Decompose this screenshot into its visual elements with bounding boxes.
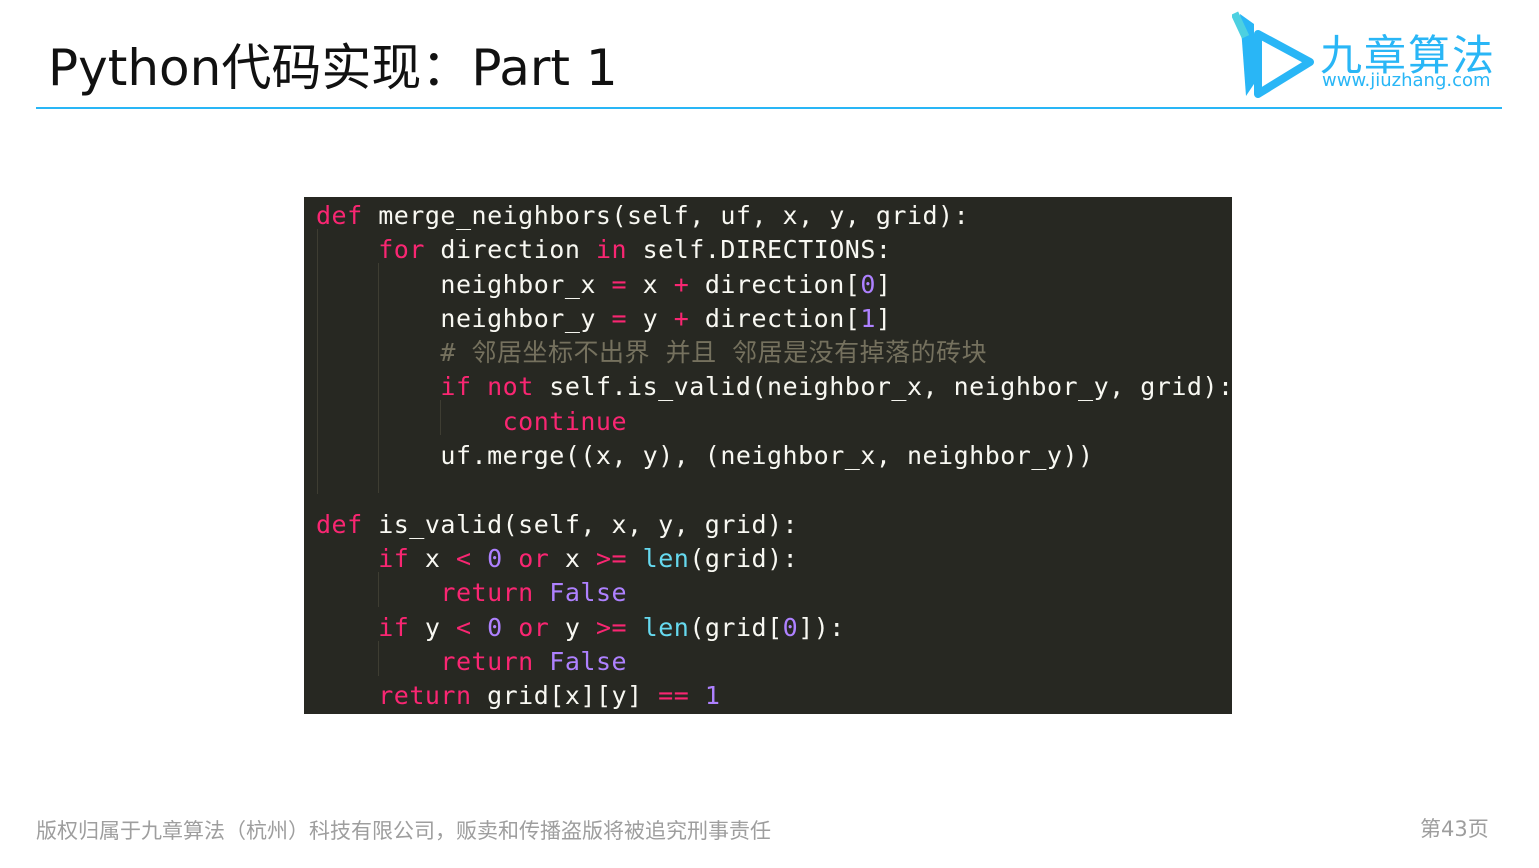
code-token: direction[ <box>689 303 861 333</box>
code-token: x <box>409 543 456 573</box>
title-divider <box>36 107 1502 109</box>
code-token: or <box>518 543 550 573</box>
code-token: def <box>316 201 363 230</box>
slide-title: Python代码实现：Part 1 <box>48 39 618 97</box>
code-line: if not self.is_valid(neighbor_x, neighbo… <box>316 370 1232 404</box>
code-token: 1 <box>860 303 876 333</box>
code-token: if <box>378 612 410 642</box>
code-token: ] <box>875 269 892 299</box>
code-line: return False <box>316 645 1232 679</box>
code-token: + <box>673 303 690 333</box>
code-token: neighbor_y <box>316 303 612 333</box>
code-token: < <box>455 612 472 642</box>
code-token: self.is_valid(neighbor_x, neighbor_y, gr… <box>533 372 1232 402</box>
code-token: uf.merge((x, y), (neighbor_x, neighbor_y… <box>316 441 1094 471</box>
code-token: False <box>549 578 628 608</box>
code-token: for <box>378 235 425 265</box>
code-line: for direction in self.DIRECTIONS: <box>316 233 1232 267</box>
code-token: (grid[ <box>689 612 783 642</box>
code-line: neighbor_y = y + direction[1] <box>316 302 1232 336</box>
code-token: if <box>440 372 472 402</box>
code-token: in <box>595 235 628 265</box>
copyright-notice: 版权归属于九章算法（杭州）科技有限公司，贩卖和传播盗版将被追究刑事责任 <box>36 819 771 843</box>
code-token: len <box>642 543 690 573</box>
code-token: direction[ <box>689 269 861 299</box>
code-line: def merge_neighbors(self, uf, x, y, grid… <box>316 199 1232 233</box>
code-token: or <box>518 612 550 642</box>
code-token: self.DIRECTIONS: <box>627 235 892 265</box>
code-token: len <box>642 612 690 642</box>
code-line: uf.merge((x, y), (neighbor_x, neighbor_y… <box>316 439 1232 473</box>
code-token: >= <box>596 543 628 573</box>
code-token: + <box>673 269 690 299</box>
code-line: return False <box>316 576 1232 610</box>
code-token: = <box>611 303 628 333</box>
code-token: 0 <box>487 612 503 642</box>
code-line: neighbor_x = x + direction[0] <box>316 268 1232 302</box>
code-token: direction <box>424 235 596 265</box>
code-block: def merge_neighbors(self, uf, x, y, grid… <box>304 197 1232 714</box>
code-token: ] <box>875 303 892 333</box>
code-line: def is_valid(self, x, y, grid): <box>316 508 1232 542</box>
logo: 九章算法 www.jiuzhang.com <box>1232 10 1512 100</box>
code-token: y <box>549 612 596 642</box>
code-token: # 邻居坐标不出界 并且 邻居是没有掉落的砖块 <box>440 338 988 368</box>
code-token: ]): <box>798 612 845 642</box>
code-token: 0 <box>782 612 799 642</box>
code-token: if <box>378 543 410 573</box>
page-number: 第43页 <box>1420 817 1489 841</box>
code-token: is_valid(self, x, y, grid): <box>362 509 799 539</box>
code-token: 0 <box>860 269 876 299</box>
code-line: return grid[x][y] == 1 <box>316 679 1232 713</box>
code-token: x <box>549 543 596 573</box>
code-token: not <box>487 372 534 402</box>
code-token: return <box>440 578 534 608</box>
code-token: False <box>549 646 628 676</box>
code-token: 1 <box>704 681 721 711</box>
code-line: continue <box>316 405 1232 439</box>
code-token: return <box>440 646 534 676</box>
code-token: (grid): <box>689 543 799 573</box>
jiuzhang-logo-icon <box>1232 11 1314 98</box>
logo-url: www.jiuzhang.com <box>1322 70 1491 91</box>
code-line: if x < 0 or x >= len(grid): <box>316 542 1232 576</box>
code-token: == <box>658 681 690 711</box>
code-token: continue <box>502 406 628 436</box>
code-token: = <box>611 269 628 299</box>
code-token: y <box>409 612 456 642</box>
code-token: merge_neighbors(self, uf, x, y, grid): <box>362 201 970 230</box>
code-line: if y < 0 or y >= len(grid[0]): <box>316 611 1232 645</box>
code-token: 0 <box>487 543 503 573</box>
code-token: < <box>455 543 472 573</box>
code-token: neighbor_x <box>316 269 612 299</box>
code-text: def merge_neighbors(self, uf, x, y, grid… <box>316 199 1232 713</box>
code-token: def <box>316 509 363 539</box>
code-token: >= <box>596 612 628 642</box>
code-token: y <box>627 303 674 333</box>
code-token: x <box>627 269 674 299</box>
code-line: # 邻居坐标不出界 并且 邻居是没有掉落的砖块 <box>316 336 1232 370</box>
code-token: return <box>378 681 472 711</box>
code-token: grid[x][y] <box>471 681 659 711</box>
